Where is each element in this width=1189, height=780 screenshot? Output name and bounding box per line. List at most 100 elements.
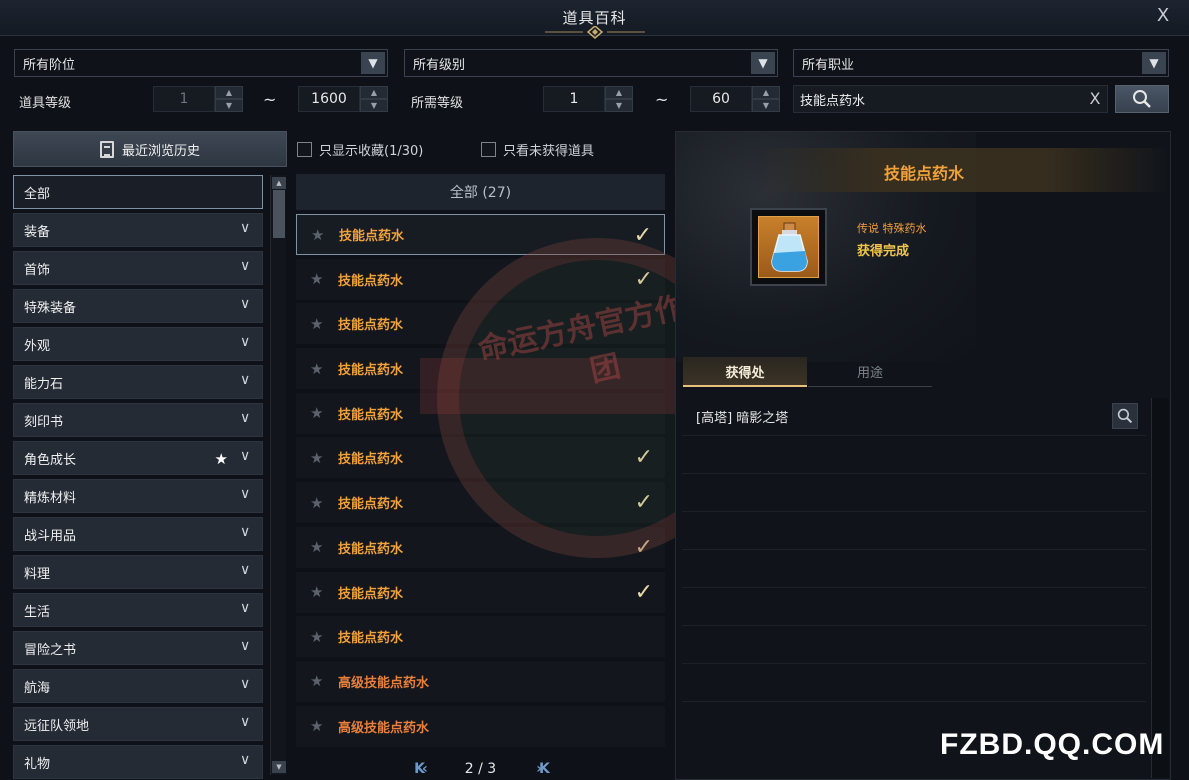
favorite-star-icon[interactable]: ★: [310, 583, 338, 601]
item-level-min-stepper[interactable]: ▲ ▼: [215, 86, 243, 112]
class-select[interactable]: 所有职业 ▼: [793, 49, 1169, 77]
chevron-down-icon[interactable]: ∨: [240, 335, 254, 349]
favorite-star-icon[interactable]: ★: [310, 494, 338, 512]
chevron-down-icon[interactable]: ∨: [240, 525, 254, 539]
item-row[interactable]: ★ 技能点药水 ✓: [296, 214, 665, 255]
favorite-star-icon[interactable]: ★: [310, 672, 338, 690]
category-appearance[interactable]: 外观 ∨: [13, 327, 263, 361]
favorite-star-icon[interactable]: ★: [310, 270, 338, 288]
chevron-down-icon[interactable]: ∨: [240, 411, 254, 425]
stepper-down-icon[interactable]: ▼: [215, 99, 243, 112]
chevron-down-icon[interactable]: ∨: [240, 449, 254, 463]
chevron-down-icon[interactable]: ▼: [361, 52, 385, 74]
item-row[interactable]: ★ 高级技能点药水: [296, 705, 665, 747]
item-row[interactable]: ★ 技能点药水 ✓: [296, 437, 665, 479]
item-row[interactable]: ★ 技能点药水 ✓: [296, 482, 665, 524]
required-level-max-stepper[interactable]: ▲ ▼: [752, 86, 780, 112]
detail-scrollbar[interactable]: [1151, 398, 1169, 778]
stepper-down-icon[interactable]: ▼: [752, 99, 780, 112]
stepper-up-icon[interactable]: ▲: [360, 86, 388, 99]
favorite-star-icon[interactable]: ★: [310, 717, 338, 735]
prev-page-button[interactable]: K‹: [414, 761, 428, 777]
obtained-check-icon: ✓: [634, 534, 653, 560]
item-list: ★ 技能点药水 ✓ ★ 技能点药水 ✓ ★ 技能点药水 ★ 技能点药水 ★ 技能点药水 ★ 技能点药水 ✓ ★…: [296, 214, 665, 750]
show-unobtained-checkbox[interactable]: 只看未获得道具: [481, 140, 594, 159]
stepper-up-icon[interactable]: ▲: [215, 86, 243, 99]
tab-obtain-source[interactable]: 获得处: [683, 357, 807, 387]
chevron-down-icon[interactable]: ∨: [240, 563, 254, 577]
category-life[interactable]: 生活 ∨: [13, 593, 263, 627]
item-row[interactable]: ★ 高级技能点药水: [296, 660, 665, 702]
category-accessories[interactable]: 首饰 ∨: [13, 251, 263, 285]
next-page-button[interactable]: ›K: [536, 761, 550, 777]
stepper-down-icon[interactable]: ▼: [605, 99, 633, 112]
favorite-star-icon[interactable]: ★: [310, 628, 338, 646]
stepper-up-icon[interactable]: ▲: [752, 86, 780, 99]
item-level-min-input[interactable]: 1: [153, 86, 215, 112]
category-voyage[interactable]: 航海 ∨: [13, 669, 263, 703]
item-row[interactable]: ★ 技能点药水 ✓: [296, 571, 665, 613]
chevron-down-icon[interactable]: ∨: [240, 221, 254, 235]
checkbox-box[interactable]: [297, 142, 312, 157]
favorite-star-icon[interactable]: ★: [311, 226, 339, 244]
item-level-max-input[interactable]: 1600: [298, 86, 360, 112]
source-row[interactable]: [高塔] 暗影之塔: [682, 398, 1146, 436]
item-level-max-stepper[interactable]: ▲ ▼: [360, 86, 388, 112]
category-equipment[interactable]: 装备 ∨: [13, 213, 263, 247]
category-engraving-book[interactable]: 刻印书 ∨: [13, 403, 263, 437]
category-refining-materials[interactable]: 精炼材料 ∨: [13, 479, 263, 513]
favorite-star-icon[interactable]: ★: [310, 360, 338, 378]
item-row[interactable]: ★ 技能点药水 ✓: [296, 526, 665, 568]
scrollbar-thumb[interactable]: [273, 190, 285, 238]
item-row[interactable]: ★ 技能点药水 ✓: [296, 258, 665, 300]
required-level-min-input[interactable]: 1: [543, 86, 605, 112]
chevron-down-icon[interactable]: ∨: [240, 639, 254, 653]
favorite-star-icon[interactable]: ★: [310, 538, 338, 556]
scroll-down-icon[interactable]: ▼: [272, 761, 286, 773]
category-character-growth[interactable]: 角色成长 ★ ∨: [13, 441, 263, 475]
tab-usage[interactable]: 用途: [808, 357, 932, 387]
category-adventure-book[interactable]: 冒险之书 ∨: [13, 631, 263, 665]
stepper-up-icon[interactable]: ▲: [605, 86, 633, 99]
favorite-star-icon[interactable]: ★: [310, 404, 338, 422]
category-all[interactable]: 全部: [13, 175, 263, 209]
chevron-down-icon[interactable]: ∨: [240, 297, 254, 311]
chevron-down-icon[interactable]: ∨: [240, 601, 254, 615]
chevron-down-icon[interactable]: ▼: [1142, 52, 1166, 74]
stepper-down-icon[interactable]: ▼: [360, 99, 388, 112]
show-favorites-checkbox[interactable]: 只显示收藏(1/30): [297, 140, 423, 159]
category-stronghold[interactable]: 远征队领地 ∨: [13, 707, 263, 741]
category-ability-stone[interactable]: 能力石 ∨: [13, 365, 263, 399]
category-battle-items[interactable]: 战斗用品 ∨: [13, 517, 263, 551]
search-input[interactable]: 技能点药水: [793, 85, 1108, 113]
chevron-down-icon[interactable]: ∨: [240, 259, 254, 273]
star-icon: ★: [214, 450, 228, 468]
favorite-star-icon[interactable]: ★: [310, 315, 338, 333]
category-scrollbar[interactable]: ▲ ▼: [270, 175, 286, 775]
favorite-star-icon[interactable]: ★: [310, 449, 338, 467]
chevron-down-icon[interactable]: ∨: [240, 373, 254, 387]
grade-select[interactable]: 所有级别 ▼: [404, 49, 778, 77]
scroll-up-icon[interactable]: ▲: [272, 177, 286, 189]
required-level-max-input[interactable]: 60: [690, 86, 752, 112]
tier-select[interactable]: 所有阶位 ▼: [14, 49, 388, 77]
recent-history-button[interactable]: 最近浏览历史: [13, 131, 287, 167]
item-row[interactable]: ★ 技能点药水: [296, 303, 665, 345]
chevron-down-icon[interactable]: ▼: [751, 52, 775, 74]
clear-search-button[interactable]: X: [1082, 85, 1108, 113]
locate-source-button[interactable]: [1112, 403, 1138, 429]
required-level-min-stepper[interactable]: ▲ ▼: [605, 86, 633, 112]
item-row[interactable]: ★ 技能点药水: [296, 392, 665, 434]
item-row[interactable]: ★ 技能点药水: [296, 616, 665, 658]
category-gifts[interactable]: 礼物 ∨: [13, 745, 263, 779]
item-row[interactable]: ★ 技能点药水: [296, 348, 665, 390]
chevron-down-icon[interactable]: ∨: [240, 715, 254, 729]
search-button[interactable]: [1115, 85, 1169, 113]
chevron-down-icon[interactable]: ∨: [240, 487, 254, 501]
checkbox-box[interactable]: [481, 142, 496, 157]
close-button[interactable]: X: [1150, 4, 1176, 28]
chevron-down-icon[interactable]: ∨: [240, 753, 254, 767]
chevron-down-icon[interactable]: ∨: [240, 677, 254, 691]
category-special-equipment[interactable]: 特殊装备 ∨: [13, 289, 263, 323]
category-cooking[interactable]: 料理 ∨: [13, 555, 263, 589]
